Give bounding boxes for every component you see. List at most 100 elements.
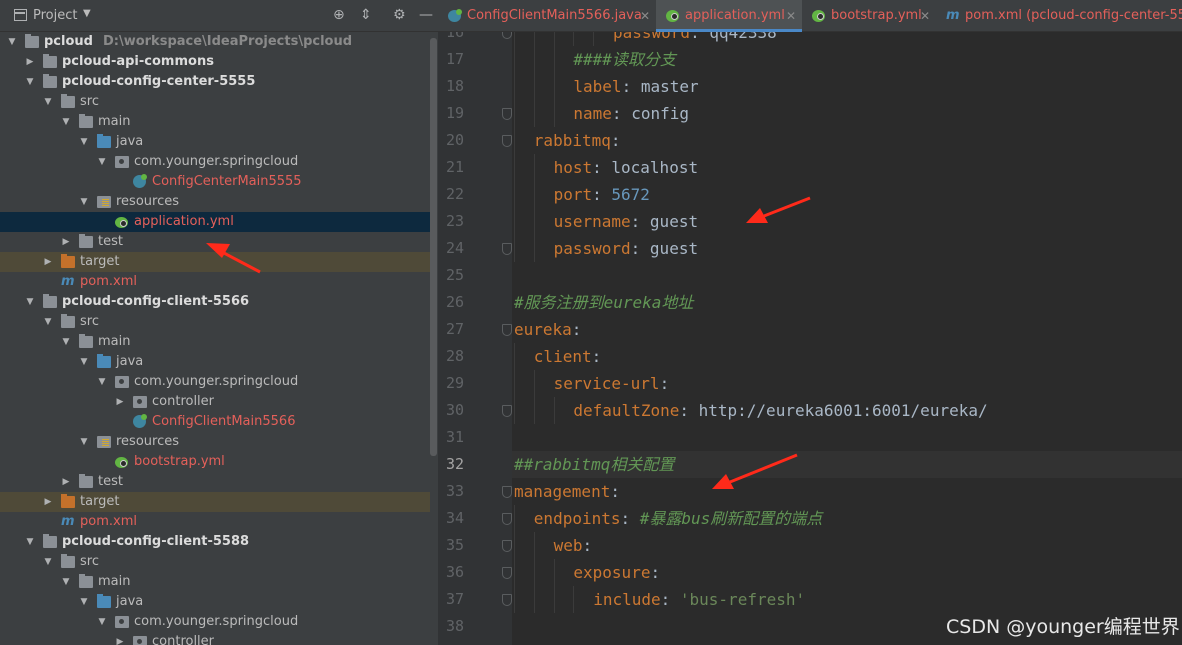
expand-arrow-icon[interactable]: ▼ <box>79 192 89 212</box>
code-editor[interactable]: 16 17 18 19 20 21 22 23 24 25 26 27 28 29 30 31 32 33 34 35… <box>438 32 1182 645</box>
code-line[interactable]: client: <box>534 343 601 370</box>
expand-arrow-icon[interactable]: ▼ <box>97 372 107 392</box>
tree-item[interactable]: ▼ pcloud D:\workspace\IdeaProjects\pcloud <box>0 32 438 52</box>
collapse-all-icon[interactable]: ⇕ <box>360 7 372 23</box>
chevron-down-icon[interactable]: ▼ <box>83 8 91 19</box>
tree-item[interactable]: ▶ controller <box>0 632 438 645</box>
tree-item[interactable]: ConfigClientMain5566 <box>0 412 438 432</box>
tree-item[interactable]: ConfigCenterMain5555 <box>0 172 438 192</box>
tree-item[interactable]: ▼ src <box>0 552 438 572</box>
tree-item[interactable]: ▼ pcloud-config-center-5555 <box>0 72 438 92</box>
expand-arrow-icon[interactable]: ▼ <box>7 32 17 52</box>
expand-arrow-icon[interactable]: ▼ <box>79 592 89 612</box>
code-line[interactable]: include: 'bus-refresh' <box>593 586 805 613</box>
collapse-arrow-icon[interactable]: ▶ <box>43 252 53 272</box>
editor-tab[interactable]: application.yml ✕ <box>656 0 802 32</box>
tree-item[interactable]: ▼ java <box>0 592 438 612</box>
collapse-arrow-icon[interactable]: ▶ <box>61 232 71 252</box>
expand-arrow-icon[interactable]: ▼ <box>97 152 107 172</box>
tree-item[interactable]: ▼ src <box>0 312 438 332</box>
tree-item[interactable]: m pom.xml <box>0 272 438 292</box>
code-line[interactable]: host: localhost <box>554 154 699 181</box>
tree-item[interactable]: ▼ com.younger.springcloud <box>0 152 438 172</box>
tree-item[interactable]: ▼ java <box>0 352 438 372</box>
code-line[interactable]: label: master <box>573 73 698 100</box>
tree-item[interactable]: m pom.xml <box>0 512 438 532</box>
gear-icon[interactable]: ⚙ <box>393 7 406 23</box>
code-line[interactable]: ##rabbitmq相关配置 <box>514 451 674 478</box>
scrollbar-thumb[interactable] <box>430 38 437 456</box>
tree-item[interactable]: ▼ src <box>0 92 438 112</box>
tree-item[interactable]: ▼ pcloud-config-client-5566 <box>0 292 438 312</box>
expand-arrow-icon[interactable]: ▼ <box>43 92 53 112</box>
code-line[interactable]: defaultZone: http://eureka6001:6001/eure… <box>573 397 987 424</box>
fold-marker-icon[interactable] <box>502 32 512 39</box>
tree-item[interactable]: application.yml <box>0 212 438 232</box>
code-line[interactable]: exposure: <box>573 559 660 586</box>
tree-item[interactable]: ▼ main <box>0 112 438 132</box>
tree-item[interactable]: ▶ test <box>0 472 438 492</box>
fold-marker-icon[interactable] <box>502 594 512 606</box>
code-line[interactable]: endpoints: #暴露bus刷新配置的端点 <box>534 505 823 532</box>
editor-tab[interactable]: ConfigClientMain5566.java ✕ <box>438 0 656 32</box>
tree-item[interactable]: ▼ com.younger.springcloud <box>0 372 438 392</box>
tree-item[interactable]: bootstrap.yml <box>0 452 438 472</box>
expand-arrow-icon[interactable]: ▼ <box>25 72 35 92</box>
collapse-arrow-icon[interactable]: ▶ <box>43 492 53 512</box>
expand-arrow-icon[interactable]: ▼ <box>25 532 35 552</box>
fold-marker-icon[interactable] <box>502 135 512 147</box>
code-line[interactable]: ####读取分支 <box>573 46 676 73</box>
tree-item[interactable]: ▶ target <box>0 252 438 272</box>
code-line[interactable]: port: 5672 <box>554 181 650 208</box>
fold-marker-icon[interactable] <box>502 567 512 579</box>
expand-arrow-icon[interactable]: ▼ <box>61 572 71 592</box>
tree-item[interactable]: ▼ main <box>0 332 438 352</box>
fold-marker-icon[interactable] <box>502 405 512 417</box>
code-line[interactable]: eureka: <box>514 316 581 343</box>
tree-item[interactable]: ▼ pcloud-config-client-5588 <box>0 532 438 552</box>
expand-arrow-icon[interactable]: ▼ <box>79 432 89 452</box>
fold-marker-icon[interactable] <box>502 513 512 525</box>
expand-arrow-icon[interactable]: ▼ <box>25 292 35 312</box>
project-view-title[interactable]: Project <box>33 8 77 23</box>
collapse-arrow-icon[interactable]: ▶ <box>61 472 71 492</box>
tree-item[interactable]: ▼ main <box>0 572 438 592</box>
expand-arrow-icon[interactable]: ▼ <box>79 132 89 152</box>
editor-tab[interactable]: bootstrap.yml ✕ <box>802 0 936 32</box>
expand-arrow-icon[interactable]: ▼ <box>61 332 71 352</box>
tree-item[interactable]: ▼ java <box>0 132 438 152</box>
code-line[interactable]: password: guest <box>554 235 699 262</box>
collapse-arrow-icon[interactable]: ▶ <box>115 632 125 645</box>
editor-tab[interactable]: m pom.xml (pcloud-config-center-5555 <box>936 0 1182 32</box>
expand-arrow-icon[interactable]: ▼ <box>43 312 53 332</box>
code-line[interactable]: username: guest <box>554 208 699 235</box>
locate-icon[interactable]: ⊕ <box>333 7 345 23</box>
close-icon[interactable]: ✕ <box>920 0 930 32</box>
tree-item[interactable]: ▶ pcloud-api-commons <box>0 52 438 72</box>
code-line[interactable]: management: <box>514 478 620 505</box>
close-icon[interactable]: ✕ <box>640 0 650 32</box>
code-line[interactable]: name: config <box>573 100 689 127</box>
close-icon[interactable]: ✕ <box>786 0 796 32</box>
expand-arrow-icon[interactable]: ▼ <box>61 112 71 132</box>
tree-item[interactable]: ▶ target <box>0 492 438 512</box>
tree-item[interactable]: ▼ resources <box>0 192 438 212</box>
code-line[interactable]: web: <box>554 532 593 559</box>
tree-item[interactable]: ▼ com.younger.springcloud <box>0 612 438 632</box>
fold-marker-icon[interactable] <box>502 243 512 255</box>
fold-marker-icon[interactable] <box>502 540 512 552</box>
expand-arrow-icon[interactable]: ▼ <box>43 552 53 572</box>
tree-item[interactable]: ▶ controller <box>0 392 438 412</box>
code-line[interactable]: rabbitmq: <box>534 127 621 154</box>
collapse-arrow-icon[interactable]: ▶ <box>25 52 35 72</box>
code-line[interactable]: service-url: <box>554 370 670 397</box>
code-line[interactable]: password: qq42338 <box>613 32 777 46</box>
fold-marker-icon[interactable] <box>502 324 512 336</box>
expand-arrow-icon[interactable]: ▼ <box>79 352 89 372</box>
tree-item[interactable]: ▶ test <box>0 232 438 252</box>
fold-marker-icon[interactable] <box>502 486 512 498</box>
tree-item[interactable]: ▼ resources <box>0 432 438 452</box>
expand-arrow-icon[interactable]: ▼ <box>97 612 107 632</box>
hide-panel-icon[interactable]: — <box>419 7 433 23</box>
code-line[interactable]: #服务注册到eureka地址 <box>514 289 693 316</box>
